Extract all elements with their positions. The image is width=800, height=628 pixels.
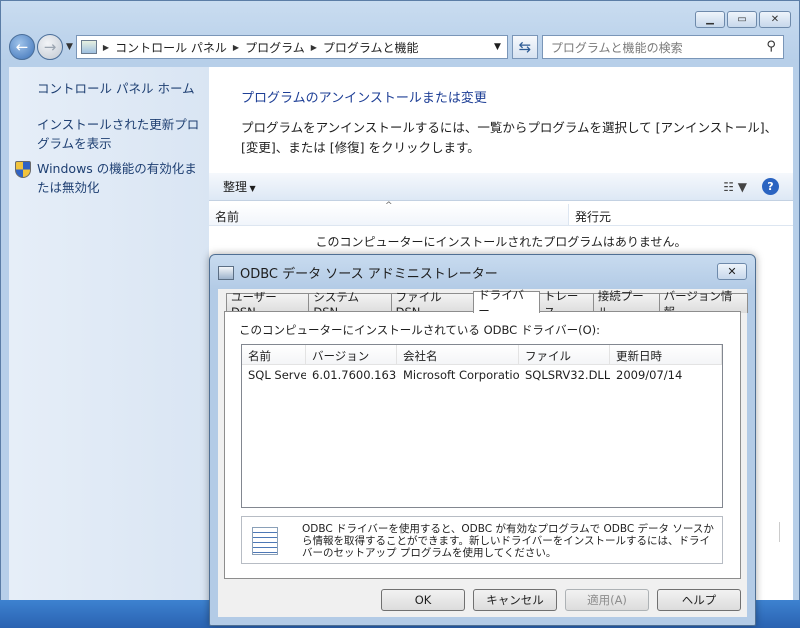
dialog-titlebar: ODBC データ ソース アドミニストレーター [218,263,498,282]
breadcrumb-separator-icon[interactable]: ▶ [233,43,239,52]
scrollbar-fragment [779,522,793,542]
drivers-list-label: このコンピューターにインストールされている ODBC ドライバー(O): [239,323,601,337]
recent-pages-dropdown[interactable]: ▼ [66,42,73,52]
dialog-button-row: OK キャンセル 適用(A) ヘルプ [381,589,741,611]
driver-file: SQLSRV32.DLL [525,368,610,382]
driver-document-icon [252,527,278,555]
column-header-company[interactable]: 会社名 [397,345,519,364]
back-arrow-icon: ← [15,38,29,56]
maximize-button[interactable]: ▭ [727,11,757,28]
breadcrumb-programs-and-features[interactable]: プログラムと機能 [323,39,419,56]
sidebar-item-windows-features[interactable]: Windows の機能の有効化または無効化 [37,159,205,197]
forward-arrow-icon: → [43,38,57,56]
close-icon: ✕ [727,265,737,278]
breadcrumb-programs[interactable]: プログラム [245,39,305,56]
breadcrumb-control-panel[interactable]: コントロール パネル [115,39,227,56]
task-sidebar: コントロール パネル ホーム インストールされた更新プログラムを表示 Windo… [9,67,209,619]
dialog-close-button[interactable]: ✕ [717,263,747,280]
empty-list-message: このコンピューターにインストールされたプログラムはありません。 [315,235,687,249]
info-text: ODBC ドライバーを使用すると、ODBC が有効なプログラムで ODBC デー… [302,523,714,559]
drivers-list-header: 名前 バージョン 会社名 ファイル 更新日時 [242,345,722,365]
organize-button[interactable]: 整理 [223,178,256,195]
tab-system-dsn[interactable]: システム DSN [308,290,392,319]
column-header-name[interactable]: 名前 [242,345,306,364]
column-header-version[interactable]: バージョン [306,345,397,364]
tab-connection-pooling[interactable]: 接続プール [592,289,660,319]
drivers-list[interactable]: 名前 バージョン 会社名 ファイル 更新日時 SQL Server 6.01.7… [241,344,723,508]
navigation-bar: ← → ▼ ▶ コントロール パネル ▶ プログラム ▶ プログラムと機能 ▼ … [9,33,791,61]
driver-company: Microsoft Corporation [403,368,519,382]
tab-file-dsn[interactable]: ファイル DSN [390,290,475,319]
window-caption-buttons: ▁ ▭ ✕ [695,11,791,28]
tab-about[interactable]: バージョン情報 [658,289,748,319]
dialog-tabs: ユーザー DSN システム DSN ファイル DSN ドライバー トレース 接続… [226,288,748,319]
view-options-icon[interactable]: ☷ ▼ [723,180,747,194]
tab-tracing[interactable]: トレース [538,289,594,319]
column-header-name[interactable]: 名前 [209,201,569,225]
sidebar-item-view-installed-updates[interactable]: インストールされた更新プログラムを表示 [37,115,205,153]
column-header-date[interactable]: 更新日時 [610,345,722,364]
cancel-button[interactable]: キャンセル [473,589,557,611]
breadcrumb-separator-icon[interactable]: ▶ [103,43,109,52]
close-icon: ✕ [770,14,780,25]
search-input[interactable]: プログラムと機能の検索 ⚲ [541,35,784,59]
tab-user-dsn[interactable]: ユーザー DSN [226,290,310,319]
drivers-tab-pane: このコンピューターにインストールされている ODBC ドライバー(O): 名前 … [224,311,741,579]
driver-name: SQL Server [248,368,306,382]
dialog-body: ユーザー DSN システム DSN ファイル DSN ドライバー トレース 接続… [218,288,748,617]
help-button[interactable]: ヘルプ [657,589,741,611]
tab-drivers[interactable]: ドライバー [473,288,540,318]
search-placeholder: プログラムと機能の検索 [550,40,683,55]
control-panel-icon [80,40,97,54]
address-bar[interactable]: ▶ コントロール パネル ▶ プログラム ▶ プログラムと機能 ▼ [75,35,508,59]
apply-button[interactable]: 適用(A) [565,589,649,611]
info-box: ODBC ドライバーを使用すると、ODBC が有効なプログラムで ODBC デー… [241,516,723,564]
refresh-button[interactable]: ⇆ [511,35,538,59]
ok-button[interactable]: OK [381,589,465,611]
close-button[interactable]: ✕ [759,11,791,28]
column-header-file[interactable]: ファイル [519,345,610,364]
help-icon[interactable]: ? [762,178,779,195]
page-title: プログラムのアンインストールまたは変更 [241,91,487,106]
command-bar: 整理 ☷ ▼ ? [209,173,793,201]
driver-date: 2009/07/14 [616,368,683,382]
minimize-button[interactable]: ▁ [695,11,725,28]
maximize-icon: ▭ [737,14,747,25]
forward-button[interactable]: → [37,34,63,60]
column-header-publisher[interactable]: 発行元 [569,204,617,225]
back-button[interactable]: ← [9,34,35,60]
odbc-dialog: ODBC データ ソース アドミニストレーター ✕ ユーザー DSN システム … [209,254,756,626]
refresh-icon: ⇆ [518,38,532,56]
uac-shield-icon [15,161,31,178]
odbc-app-icon [218,265,234,280]
dialog-title: ODBC データ ソース アドミニストレーター [240,267,498,282]
search-icon[interactable]: ⚲ [766,39,776,54]
minimize-icon: ▁ [706,14,714,25]
program-list-header: 名前 発行元 [209,201,793,226]
driver-version: 6.01.7600.16385 [312,368,397,382]
breadcrumb-separator-icon[interactable]: ▶ [311,43,317,52]
sidebar-item-control-panel-home[interactable]: コントロール パネル ホーム [37,79,205,98]
address-dropdown-icon[interactable]: ▼ [494,42,501,52]
table-row[interactable]: SQL Server 6.01.7600.16385 Microsoft Cor… [242,365,722,385]
page-description: プログラムをアンインストールするには、一覧からプログラムを選択して [アンインス… [241,120,778,155]
